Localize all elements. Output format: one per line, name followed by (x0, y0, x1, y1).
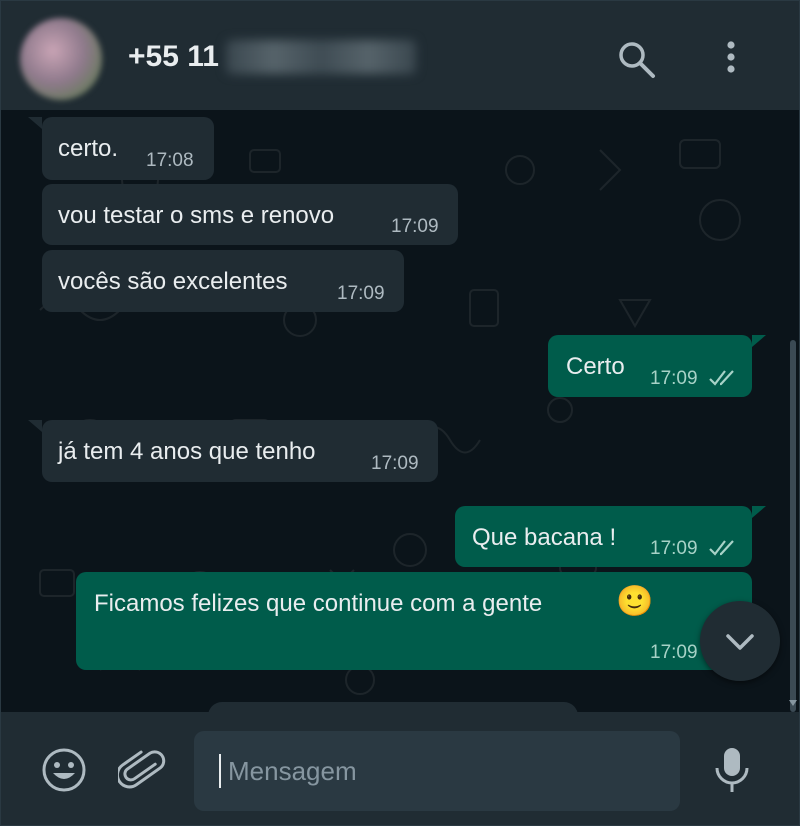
message-text: Ficamos felizes que continue com a gente (94, 590, 543, 617)
scroll-to-bottom-button[interactable] (700, 601, 780, 681)
incoming-message[interactable]: vocês são excelentes 17:09 (42, 250, 404, 312)
outgoing-message[interactable]: Que bacana ! 17:09 (455, 506, 752, 567)
scrollbar-thumb[interactable] (790, 340, 796, 712)
double-check-read-icon (709, 540, 734, 556)
menu-button[interactable] (716, 38, 746, 82)
message-time: 17:09 (650, 368, 698, 389)
message-input[interactable] (194, 731, 680, 811)
contact-name[interactable]: +55 11 (128, 40, 219, 74)
bubble-tail (752, 506, 766, 518)
attach-button[interactable] (115, 744, 166, 796)
incoming-message[interactable]: certo. 17:08 (42, 117, 214, 180)
message-time: 17:09 (650, 642, 698, 663)
search-icon (619, 42, 655, 78)
emoji-button[interactable] (40, 746, 88, 794)
double-check-read-icon (709, 370, 734, 386)
contact-avatar[interactable] (20, 18, 102, 100)
message-time: 17:09 (650, 538, 698, 559)
message-text: certo. (58, 135, 119, 162)
emoji-icon (42, 748, 86, 792)
outgoing-message[interactable]: Certo 17:09 (548, 335, 752, 397)
message-text: Certo (566, 353, 625, 380)
bubble-tail (752, 335, 766, 347)
message-time: 17:09 (391, 216, 439, 237)
paperclip-icon (115, 750, 166, 789)
emoji-smile: 🙂 (616, 585, 654, 618)
chevron-down-icon (726, 634, 754, 650)
message-text: já tem 4 anos que tenho (58, 438, 316, 465)
more-vertical-icon (727, 41, 735, 73)
bubble-tail (28, 117, 42, 129)
outgoing-message[interactable]: Ficamos felizes que continue com a gente… (76, 572, 752, 670)
message-time: 17:09 (337, 283, 385, 304)
message-text: Que bacana ! (472, 524, 617, 551)
voice-message-button[interactable] (710, 744, 754, 796)
redacted-phone-number (226, 40, 416, 74)
message-time: 17:08 (146, 150, 194, 171)
message-time: 17:09 (371, 453, 419, 474)
message-text: vou testar o sms e renovo (58, 202, 335, 229)
chat-header: +55 11 (0, 0, 800, 110)
message-text: vocês são excelentes (58, 268, 288, 295)
bubble-tail (28, 420, 42, 432)
text-caret (219, 754, 221, 788)
microphone-icon (715, 748, 749, 792)
search-button[interactable] (615, 38, 659, 82)
incoming-message[interactable]: vou testar o sms e renovo 17:09 (42, 184, 458, 245)
scroll-arrow-down-icon[interactable] (789, 700, 797, 706)
incoming-message[interactable]: já tem 4 anos que tenho 17:09 (42, 420, 438, 482)
